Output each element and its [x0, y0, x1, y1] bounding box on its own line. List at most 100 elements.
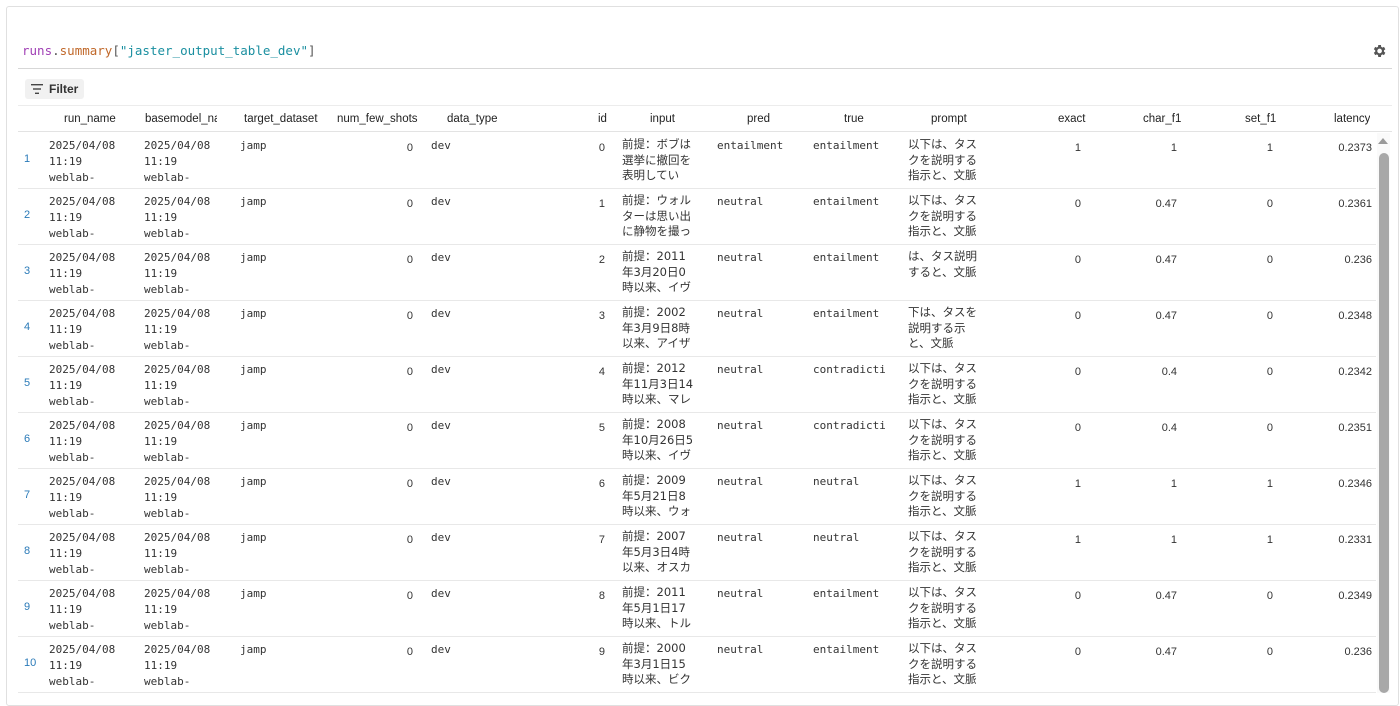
column-header-true[interactable]: true: [844, 113, 864, 125]
table-row[interactable]: 5 2025/04/08 11:19 weblab- 2025/04/08 11:19 we…: [18, 357, 1376, 413]
true-cell: neutral: [813, 475, 860, 488]
table-row[interactable]: 8 2025/04/08 11:19 weblab- 2025/04/08 11:19 we…: [18, 525, 1376, 581]
latency-cell: 0.2331: [1338, 534, 1372, 546]
column-header-prompt[interactable]: prompt: [931, 113, 967, 125]
pred-cell: neutral: [717, 419, 764, 432]
input-cell: 前提：ウォルターは思い出に静物を撮っ: [622, 193, 691, 238]
basemodel-name-cell: 2025/04/08 11:19 weblab-: [144, 139, 211, 184]
target-dataset-cell: jamp: [240, 251, 267, 264]
set-f1-cell: 0: [1266, 254, 1273, 266]
input-cell: 前提：2011年5月1日17時以来、トル: [622, 585, 691, 630]
prompt-cell: 以下は、タスクを説明する指示と、文脈: [908, 193, 977, 238]
latency-cell: 0.2351: [1338, 422, 1372, 434]
column-header-basemodel-name[interactable]: basemodel_nam: [145, 113, 217, 125]
id-cell: 0: [598, 142, 605, 154]
char-f1-cell: 1: [1170, 142, 1177, 154]
table-row[interactable]: 2 2025/04/08 11:19 weblab- 2025/04/08 11:19 we…: [18, 189, 1376, 245]
target-dataset-cell: jamp: [240, 643, 267, 656]
table-row[interactable]: 10 2025/04/08 11:19 weblab- 2025/04/08 11:19 w…: [18, 637, 1376, 693]
table-row[interactable]: 7 2025/04/08 11:19 weblab- 2025/04/08 11:19 we…: [18, 469, 1376, 525]
divider: [18, 68, 1392, 69]
row-number[interactable]: 1: [24, 153, 30, 165]
basemodel-name-cell: 2025/04/08 11:19 weblab-: [144, 195, 211, 240]
run-name-cell: 2025/04/08 11:19 weblab-: [49, 587, 116, 632]
row-number[interactable]: 9: [24, 601, 30, 613]
run-name-cell: 2025/04/08 11:19 weblab-: [49, 531, 116, 576]
prompt-cell: 下は、タスを説明する示と、文脈: [908, 305, 977, 350]
target-dataset-cell: jamp: [240, 307, 267, 320]
column-header-num-few-shots[interactable]: num_few_shots: [337, 113, 418, 125]
id-cell: 6: [598, 478, 605, 490]
table-body: 1 2025/04/08 11:19 weblab- 2025/04/08 11:19 we…: [18, 133, 1376, 693]
row-number[interactable]: 7: [24, 489, 30, 501]
column-header-exact[interactable]: exact: [1058, 113, 1086, 125]
column-header-set-f1[interactable]: set_f1: [1245, 113, 1276, 125]
exact-cell: 0: [1074, 254, 1081, 266]
basemodel-name-cell: 2025/04/08 11:19 weblab-: [144, 643, 211, 688]
set-f1-cell: 0: [1266, 310, 1273, 322]
char-f1-cell: 1: [1170, 534, 1177, 546]
latency-cell: 0.2346: [1338, 478, 1372, 490]
scroll-up-arrow-icon[interactable]: [1378, 138, 1388, 144]
target-dataset-cell: jamp: [240, 363, 267, 376]
gear-icon[interactable]: [1371, 43, 1387, 59]
target-dataset-cell: jamp: [240, 195, 267, 208]
table-row[interactable]: 4 2025/04/08 11:19 weblab- 2025/04/08 11:19 we…: [18, 301, 1376, 357]
run-name-cell: 2025/04/08 11:19 weblab-: [49, 419, 116, 464]
row-number[interactable]: 6: [24, 433, 30, 445]
pred-cell: neutral: [717, 307, 764, 320]
row-number[interactable]: 4: [24, 321, 30, 333]
set-f1-cell: 0: [1266, 366, 1273, 378]
input-cell: 前提：2007年5月3日4時以来、オスカ: [622, 529, 691, 574]
query-expression[interactable]: runs.summary["jaster_output_table_dev"]: [22, 43, 316, 58]
row-number[interactable]: 10: [24, 657, 36, 669]
row-number[interactable]: 5: [24, 377, 30, 389]
run-name-cell: 2025/04/08 11:19 weblab-: [49, 643, 116, 688]
table-row[interactable]: 3 2025/04/08 11:19 weblab- 2025/04/08 11:19 we…: [18, 245, 1376, 301]
latency-cell: 0.2373: [1338, 142, 1372, 154]
pred-cell: neutral: [717, 475, 764, 488]
set-f1-cell: 1: [1266, 478, 1273, 490]
prompt-cell: 以下は、タスクを説明する指示と、文脈: [908, 361, 977, 406]
run-name-cell: 2025/04/08 11:19 weblab-: [49, 307, 116, 352]
column-header-latency[interactable]: latency: [1334, 113, 1370, 125]
basemodel-name-cell: 2025/04/08 11:19 weblab-: [144, 363, 211, 408]
latency-cell: 0.236: [1344, 646, 1372, 658]
true-cell: entailment: [813, 643, 880, 656]
latency-cell: 0.2348: [1338, 310, 1372, 322]
data-type-cell: dev: [431, 363, 451, 376]
row-number[interactable]: 8: [24, 545, 30, 557]
table-row[interactable]: 6 2025/04/08 11:19 weblab- 2025/04/08 11:19 we…: [18, 413, 1376, 469]
column-header-target-dataset[interactable]: target_dataset: [244, 113, 318, 125]
column-header-id[interactable]: id: [598, 113, 607, 125]
run-name-cell: 2025/04/08 11:19 weblab-: [49, 475, 116, 520]
id-cell: 5: [598, 422, 605, 434]
table-row[interactable]: 9 2025/04/08 11:19 weblab- 2025/04/08 11:19 we…: [18, 581, 1376, 637]
latency-cell: 0.2349: [1338, 590, 1372, 602]
input-cell: 前提：2012年11月3日14時以来、マレ: [622, 361, 694, 406]
id-cell: 9: [598, 646, 605, 658]
run-name-cell: 2025/04/08 11:19 weblab-: [49, 195, 116, 240]
filter-button[interactable]: Filter: [25, 79, 85, 99]
target-dataset-cell: jamp: [240, 587, 267, 600]
pred-cell: neutral: [717, 643, 764, 656]
run-name-cell: 2025/04/08 11:19 weblab-: [49, 251, 116, 296]
input-cell: 前提：2008年10月26日5時以来、イヴ: [622, 417, 694, 462]
input-cell: 前提：2000年3月1日15時以来、ビク: [622, 641, 691, 686]
true-cell: entailment: [813, 307, 880, 320]
char-f1-cell: 0.47: [1155, 198, 1177, 210]
column-header-pred[interactable]: pred: [747, 113, 770, 125]
filter-icon: [31, 84, 43, 94]
row-number[interactable]: 2: [24, 209, 30, 221]
pred-cell: neutral: [717, 363, 764, 376]
scrollbar-thumb[interactable]: [1379, 153, 1389, 693]
column-header-run-name[interactable]: run_name: [64, 113, 116, 125]
id-cell: 7: [598, 534, 605, 546]
basemodel-name-cell: 2025/04/08 11:19 weblab-: [144, 419, 211, 464]
row-number[interactable]: 3: [24, 265, 30, 277]
prompt-cell: 以下は、タスクを説明する指示と、文脈: [908, 641, 977, 686]
column-header-data-type[interactable]: data_type: [447, 113, 498, 125]
column-header-input[interactable]: input: [650, 113, 675, 125]
column-header-char-f1[interactable]: char_f1: [1143, 113, 1181, 125]
table-row[interactable]: 1 2025/04/08 11:19 weblab- 2025/04/08 11:19 we…: [18, 133, 1376, 189]
